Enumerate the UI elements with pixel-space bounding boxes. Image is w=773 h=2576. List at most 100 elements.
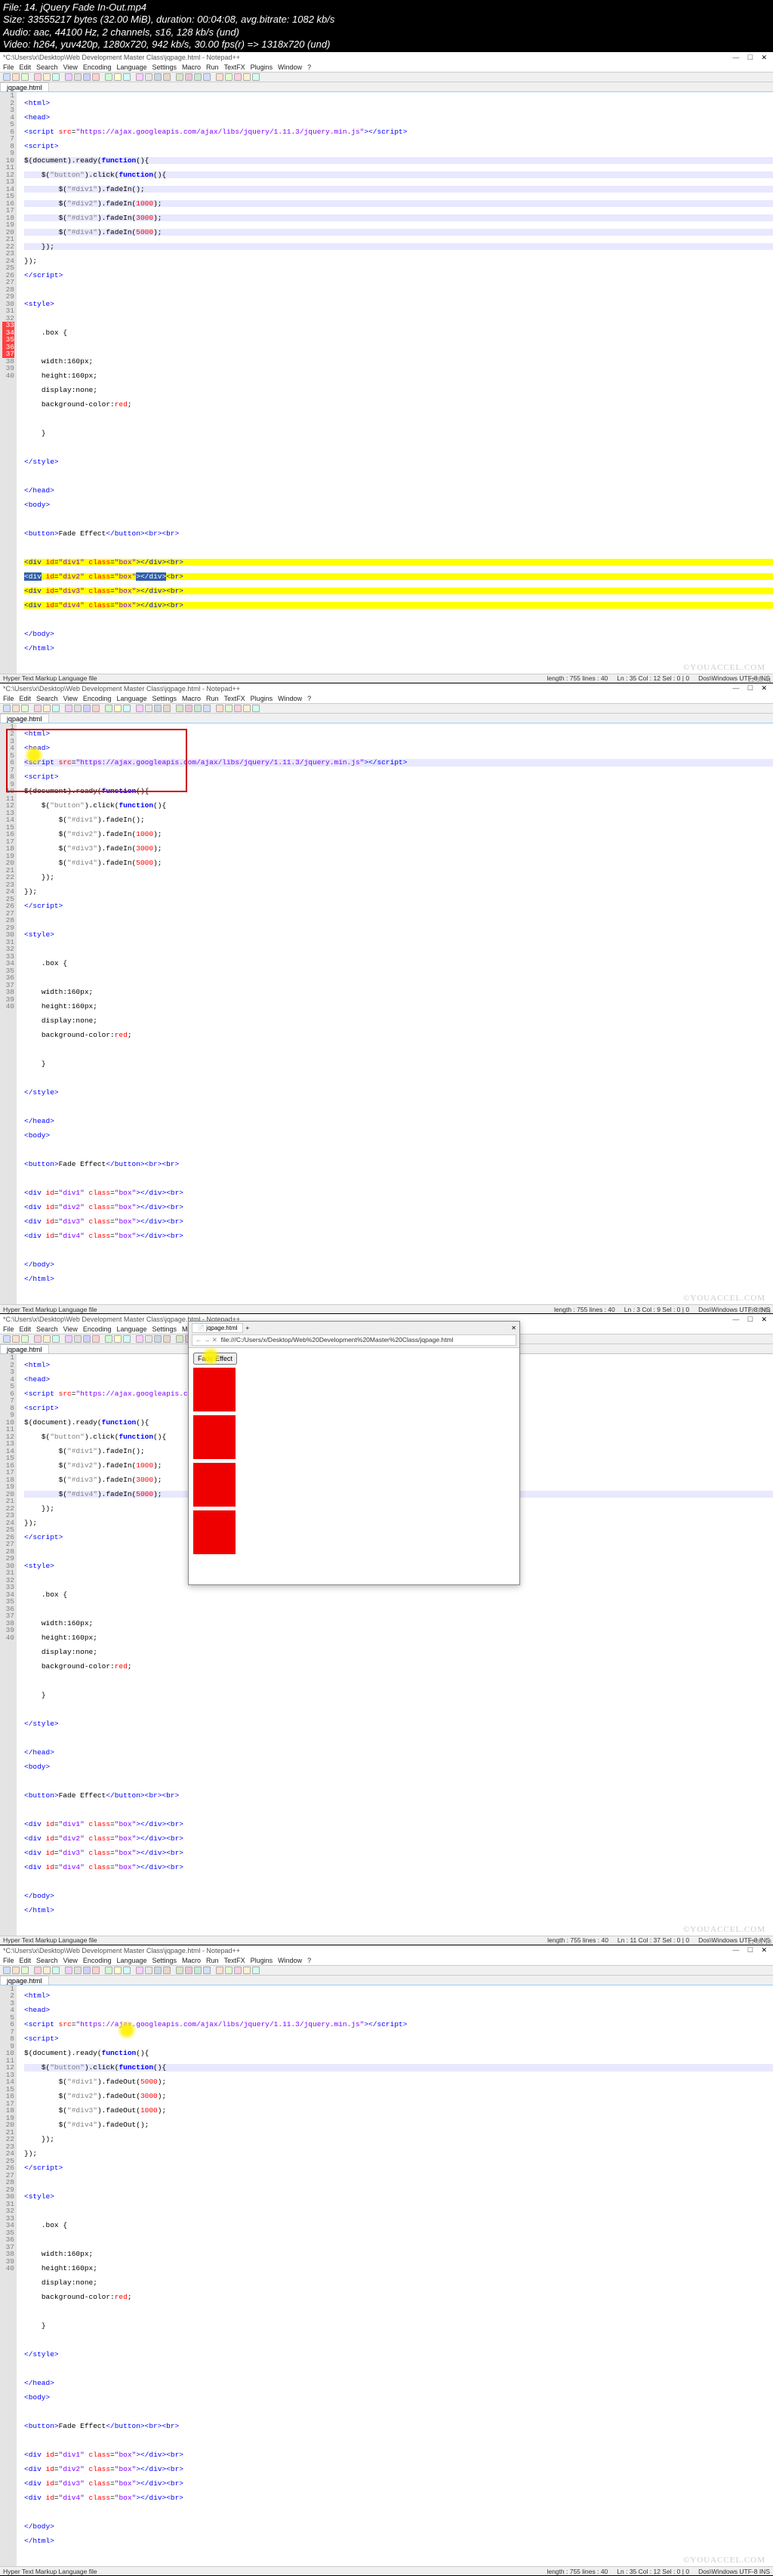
menu-window[interactable]: Window [278,63,302,71]
menu-view[interactable]: View [63,1957,78,1964]
toolbar-button[interactable] [74,705,82,712]
toolbar-button[interactable] [225,73,233,81]
menu-plugins[interactable]: Plugins [251,63,273,71]
menu-textfx[interactable]: TextFX [224,1957,245,1964]
tab-jqpage[interactable]: jqpage.html [0,1344,49,1353]
toolbar-button[interactable] [194,1967,202,1974]
toolbar-button[interactable] [145,1967,152,1974]
tab-jqpage[interactable]: jqpage.html [0,1976,49,1985]
toolbar-button[interactable] [176,73,183,81]
toolbar-button[interactable] [83,705,91,712]
toolbar-button[interactable] [176,705,183,712]
toolbar-button[interactable] [252,1967,260,1974]
toolbar-button[interactable] [34,73,42,81]
editor-tabs[interactable]: jqpage.html [0,82,773,92]
menu-edit[interactable]: Edit [20,1957,32,1964]
toolbar-button[interactable] [21,73,29,81]
toolbar-button[interactable] [43,1335,51,1343]
menu-language[interactable]: Language [116,63,146,71]
toolbar-button[interactable] [105,1335,112,1343]
toolbar-button[interactable] [145,705,152,712]
toolbar-button[interactable] [123,1967,131,1974]
toolbar-button[interactable] [185,705,192,712]
toolbar-button[interactable] [136,1335,143,1343]
toolbar-button[interactable] [114,1335,122,1343]
toolbar-button[interactable] [43,73,51,81]
toolbar-button[interactable] [65,73,72,81]
menu-search[interactable]: Search [36,695,58,702]
toolbar-button[interactable] [145,1335,152,1343]
menu-?[interactable]: ? [307,695,311,702]
toolbar-button[interactable] [92,1335,100,1343]
toolbar-button[interactable] [216,705,223,712]
toolbar[interactable] [0,704,773,714]
code-area-2[interactable]: <html> <head> <script src="https://ajax.… [23,723,773,1305]
menu-view[interactable]: View [63,1325,78,1333]
toolbar-button[interactable] [203,705,211,712]
toolbar-button[interactable] [3,705,11,712]
toolbar-button[interactable] [34,1335,42,1343]
window-controls[interactable]: — ☐ ✕ [732,1316,770,1324]
menu-search[interactable]: Search [36,63,58,71]
toolbar-button[interactable] [21,1335,29,1343]
menu-file[interactable]: File [3,1957,14,1964]
toolbar-button[interactable] [185,73,192,81]
toolbar-button[interactable] [3,1967,11,1974]
menu-encoding[interactable]: Encoding [83,63,112,71]
toolbar-button[interactable] [83,73,91,81]
fold-column[interactable] [17,723,23,1305]
menu-run[interactable]: Run [206,695,219,702]
toolbar-button[interactable] [21,1967,29,1974]
menu-file[interactable]: File [3,63,14,71]
toolbar-button[interactable] [105,1967,112,1974]
toolbar-button[interactable] [154,1335,162,1343]
menu-macro[interactable]: Macro [182,1957,201,1964]
menu-language[interactable]: Language [116,1957,146,1964]
toolbar-button[interactable] [123,1335,131,1343]
browser-viewport[interactable]: Fade Effect [189,1348,519,1563]
menu-edit[interactable]: Edit [20,1325,32,1333]
editor-area[interactable]: 1234567891011121314151617181920212223242… [0,92,773,674]
menu-view[interactable]: View [63,63,78,71]
toolbar-button[interactable] [154,1967,162,1974]
toolbar-button[interactable] [92,705,100,712]
browser-tab[interactable]: 📄 jqpage.html [192,1323,243,1333]
toolbar-button[interactable] [12,1967,20,1974]
toolbar-button[interactable] [12,1335,20,1343]
toolbar-button[interactable] [105,705,112,712]
toolbar-button[interactable] [52,1967,60,1974]
toolbar-button[interactable] [203,73,211,81]
toolbar-button[interactable] [123,705,131,712]
toolbar-button[interactable] [163,1335,171,1343]
toolbar-button[interactable] [65,705,72,712]
menubar[interactable]: FileEditSearchViewEncodingLanguageSettin… [0,694,773,704]
toolbar-button[interactable] [163,73,171,81]
menu-encoding[interactable]: Encoding [83,1957,112,1964]
menu-search[interactable]: Search [36,1325,58,1333]
menu-settings[interactable]: Settings [152,1325,177,1333]
new-tab-button[interactable]: + [246,1325,250,1331]
toolbar-button[interactable] [243,73,251,81]
toolbar-button[interactable] [243,705,251,712]
toolbar-button[interactable] [252,705,260,712]
menu-settings[interactable]: Settings [152,63,177,71]
menu-settings[interactable]: Settings [152,1957,177,1964]
toolbar-button[interactable] [65,1967,72,1974]
menu-language[interactable]: Language [116,1325,146,1333]
menu-language[interactable]: Language [116,695,146,702]
menu-window[interactable]: Window [278,1957,302,1964]
menu-plugins[interactable]: Plugins [251,1957,273,1964]
toolbar-button[interactable] [34,1967,42,1974]
toolbar-button[interactable] [234,73,242,81]
menu-textfx[interactable]: TextFX [224,695,245,702]
menu-encoding[interactable]: Encoding [83,1325,112,1333]
tab-jqpage[interactable]: jqpage.html [0,82,49,91]
toolbar-button[interactable] [52,1335,60,1343]
toolbar-button[interactable] [225,705,233,712]
toolbar-button[interactable] [203,1967,211,1974]
toolbar-button[interactable] [74,1335,82,1343]
toolbar-button[interactable] [136,1967,143,1974]
menu-?[interactable]: ? [307,1957,311,1964]
menu-edit[interactable]: Edit [20,63,32,71]
fold-column[interactable] [17,92,23,674]
